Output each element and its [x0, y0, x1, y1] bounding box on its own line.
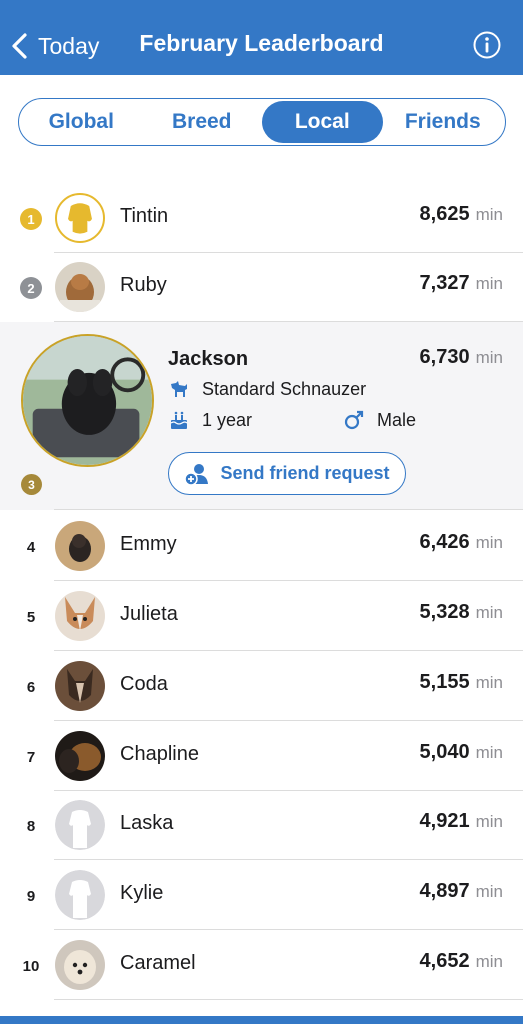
score-unit: min	[475, 274, 503, 293]
sex-info: Male	[343, 409, 416, 431]
dog-avatar	[55, 731, 105, 781]
leaderboard-row[interactable]: 9 Kylie 4,897 min	[0, 860, 523, 930]
score-value: 5,328	[419, 601, 470, 623]
dog-name: Jackson	[168, 348, 249, 370]
rank-number: 5	[26, 608, 36, 626]
score: 6,730 min	[420, 346, 503, 369]
score-unit: min	[475, 205, 503, 224]
leaderboard-row[interactable]: 4 Emmy 6,426 min	[0, 511, 523, 581]
avatar-placeholder-icon	[55, 800, 105, 850]
gold-medal-badge: 1	[20, 208, 42, 230]
featured-leaderboard-row[interactable]: 3 Jackson 6,730 min Standard Schnauzer 1…	[0, 322, 523, 510]
male-icon	[344, 410, 364, 430]
dog-name: Chapline	[120, 743, 199, 765]
leaderboard-row[interactable]: 10 Caramel 4,652 min	[0, 930, 523, 1000]
dog-avatar	[55, 661, 105, 711]
rank-number: 8	[26, 817, 36, 835]
dog-name: Tintin	[120, 205, 169, 227]
tab-local[interactable]: Local	[262, 101, 383, 143]
score-value: 4,921	[419, 810, 470, 832]
score-unit: min	[475, 812, 503, 831]
tab-global[interactable]: Global	[21, 101, 142, 143]
score: 5,328 min	[420, 601, 503, 624]
rank-number: 4	[26, 538, 36, 556]
add-friend-icon	[184, 463, 209, 486]
score-unit: min	[475, 882, 503, 901]
dog-breed-icon	[171, 381, 187, 397]
score-value: 4,897	[419, 880, 470, 902]
breed-info: Standard Schnauzer	[168, 378, 366, 400]
dog-name: Emmy	[120, 533, 177, 555]
rank-number: 9	[26, 887, 36, 905]
score: 5,155 min	[420, 671, 503, 694]
avatar-placeholder-icon	[55, 193, 105, 243]
row-divider	[54, 999, 523, 1000]
rank-number: 7	[26, 748, 36, 766]
dog-name: Julieta	[120, 603, 178, 625]
dog-avatar	[55, 591, 105, 641]
dog-avatar	[55, 521, 105, 571]
rank-number: 10	[22, 957, 40, 975]
send-friend-request-button[interactable]: Send friend request	[168, 452, 406, 495]
leaderboard-row[interactable]: 8 Laska 4,921 min	[0, 790, 523, 860]
score-value: 6,730	[419, 346, 470, 368]
breed-label: Standard Schnauzer	[202, 378, 367, 399]
avatar-placeholder-icon	[55, 870, 105, 920]
leaderboard-row[interactable]: 5 Julieta 5,328 min	[0, 581, 523, 651]
score-value: 4,652	[419, 950, 470, 972]
score-unit: min	[475, 673, 503, 692]
bronze-medal-badge: 3	[21, 474, 42, 495]
dog-name: Kylie	[120, 882, 164, 904]
leaderboard-row[interactable]: 1 Tintin 8,625 min	[0, 183, 523, 253]
score-unit: min	[475, 533, 503, 552]
score-unit: min	[475, 952, 503, 971]
bottom-bar	[0, 1016, 523, 1024]
page-title: February Leaderboard	[139, 30, 384, 56]
row-divider	[54, 509, 523, 510]
score-value: 7,327	[419, 272, 470, 294]
score-value: 5,040	[419, 741, 470, 763]
dog-avatar-large	[21, 334, 154, 467]
nav-bar: Today February Leaderboard	[0, 0, 523, 75]
dog-name: Caramel	[120, 952, 196, 974]
score: 4,897 min	[420, 880, 503, 903]
dog-name: Laska	[120, 812, 174, 834]
sex-label: Male	[377, 409, 417, 430]
score: 7,327 min	[420, 272, 503, 295]
rank-number: 6	[26, 678, 36, 696]
dog-name: Coda	[120, 673, 168, 695]
score: 5,040 min	[420, 741, 503, 764]
score-unit: min	[475, 348, 503, 367]
age-info: 1 year	[168, 409, 252, 431]
score-unit: min	[475, 743, 503, 762]
score-value: 5,155	[419, 671, 470, 693]
silver-medal-badge: 2	[20, 277, 42, 299]
score: 6,426 min	[420, 531, 503, 554]
info-icon[interactable]	[473, 31, 501, 59]
leaderboard-row[interactable]: 7 Chapline 5,040 min	[0, 721, 523, 791]
score: 4,921 min	[420, 810, 503, 833]
tab-friends[interactable]: Friends	[383, 101, 504, 143]
score-unit: min	[475, 603, 503, 622]
send-friend-request-label: Send friend request	[220, 463, 390, 483]
dog-name: Ruby	[120, 274, 167, 296]
leaderboard-scope-tabs: Global Breed Local Friends	[18, 98, 506, 146]
score: 4,652 min	[420, 950, 503, 973]
leaderboard-row[interactable]: 2 Ruby 7,327 min	[0, 252, 523, 322]
score-value: 6,426	[419, 531, 470, 553]
age-label: 1 year	[202, 409, 253, 430]
dog-avatar	[55, 940, 105, 990]
birthday-cake-icon	[170, 411, 188, 429]
score-value: 8,625	[419, 203, 470, 225]
tab-breed[interactable]: Breed	[142, 101, 263, 143]
score: 8,625 min	[420, 203, 503, 226]
dog-avatar	[55, 262, 105, 312]
leaderboard-row[interactable]: 6 Coda 5,155 min	[0, 651, 523, 721]
